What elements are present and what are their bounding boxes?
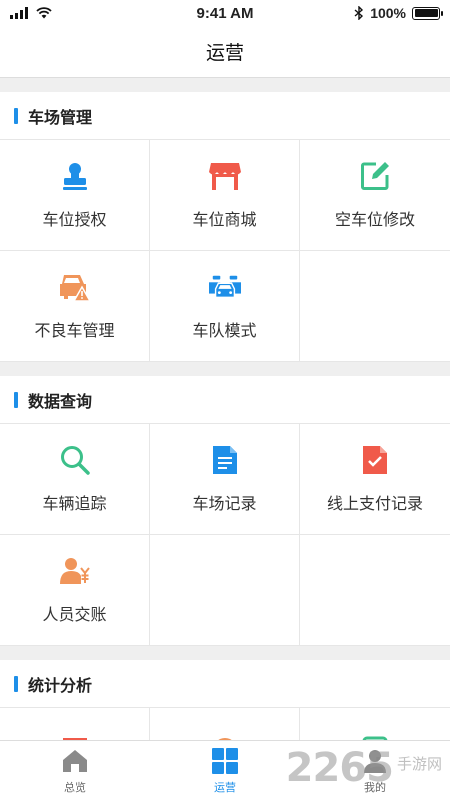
section-title: 数据查询 [28,393,93,411]
car-warning-icon [59,271,91,303]
tab-operations[interactable]: 运营 [150,741,300,800]
grid-item-empty-space-edit[interactable]: 空车位修改 [300,140,450,251]
grid-item-online-payment-records[interactable]: 线上支付记录 [300,424,450,535]
function-grid: 车辆追踪 车场记录 线上支付记录 人员交账 [0,424,450,646]
grid-icon [211,747,239,775]
section-header: 数据查询 [0,376,450,424]
section-header: 统计分析 [0,660,450,708]
status-bar: 9:41 AM 100% [0,0,450,26]
grid-item-space-authorization[interactable]: 车位授权 [0,140,150,251]
function-grid [0,708,450,740]
nav-bar: 运营 [0,26,450,78]
grid-item-space-mall[interactable]: 车位商城 [150,140,300,251]
wifi-icon [36,7,52,19]
edit-icon [359,160,391,192]
battery-icon [412,6,443,20]
battery-percent: 100% [370,5,406,21]
tab-bar: 总览 运营 我的 [0,740,450,800]
section-parking-management: 车场管理 车位授权 车位商城 空车位修改 不良车管理 车队模式 [0,92,450,362]
grid-item-partial[interactable] [0,708,150,740]
section-data-query: 数据查询 车辆追踪 车场记录 线上支付记录 人员交账 [0,376,450,646]
section-accent-bar [14,675,18,692]
grid-item-label: 人员交账 [42,607,107,624]
tab-overview[interactable]: 总览 [0,741,150,800]
section-accent-bar [14,391,18,408]
main-content: 车场管理 车位授权 车位商城 空车位修改 不良车管理 车队模式 数据查询 车辆追… [0,78,450,740]
grid-item-parking-records[interactable]: 车场记录 [150,424,300,535]
function-grid: 车位授权 车位商城 空车位修改 不良车管理 车队模式 [0,140,450,362]
bluetooth-icon [354,6,364,20]
grid-item-label: 车场记录 [192,496,257,513]
signal-icon [10,7,28,19]
grid-item-label: 空车位修改 [334,212,415,229]
section-statistics: 统计分析 [0,660,450,740]
payment-record-icon [359,444,391,476]
grid-item-vehicle-tracking[interactable]: 车辆追踪 [0,424,150,535]
grid-item-label: 车位商城 [192,212,257,229]
grid-item-fleet-mode[interactable]: 车队模式 [150,251,300,362]
tab-mine[interactable]: 我的 [300,741,450,800]
status-left [10,7,52,19]
grid-item-label: 不良车管理 [34,323,115,340]
section-title: 车场管理 [28,109,93,127]
grid-item-staff-handover[interactable]: 人员交账 [0,535,150,646]
shop-icon [208,160,241,192]
tab-label: 总览 [64,782,86,794]
stamp-icon [59,160,91,192]
car-fleet-icon [208,271,241,303]
section-title: 统计分析 [28,677,93,695]
grid-item-label: 车位授权 [42,212,107,229]
home-icon [61,747,89,775]
page-title: 运营 [205,43,244,64]
grid-item-label: 线上支付记录 [326,496,423,513]
document-icon [209,444,241,476]
status-right: 100% [354,5,443,21]
grid-item-label: 车队模式 [192,323,257,340]
search-icon [59,444,91,476]
grid-item-bad-car-management[interactable]: 不良车管理 [0,251,150,362]
tab-label: 运营 [214,782,236,794]
grid-item-label: 车辆追踪 [42,496,107,513]
grid-item-partial[interactable] [150,708,300,740]
user-icon [361,747,389,775]
grid-item-empty [150,535,300,646]
grid-item-empty [300,535,450,646]
section-accent-bar [14,107,18,124]
grid-item-partial[interactable] [300,708,450,740]
section-header: 车场管理 [0,92,450,140]
grid-item-empty [300,251,450,362]
tab-label: 我的 [364,782,386,794]
person-yen-icon [59,555,91,587]
